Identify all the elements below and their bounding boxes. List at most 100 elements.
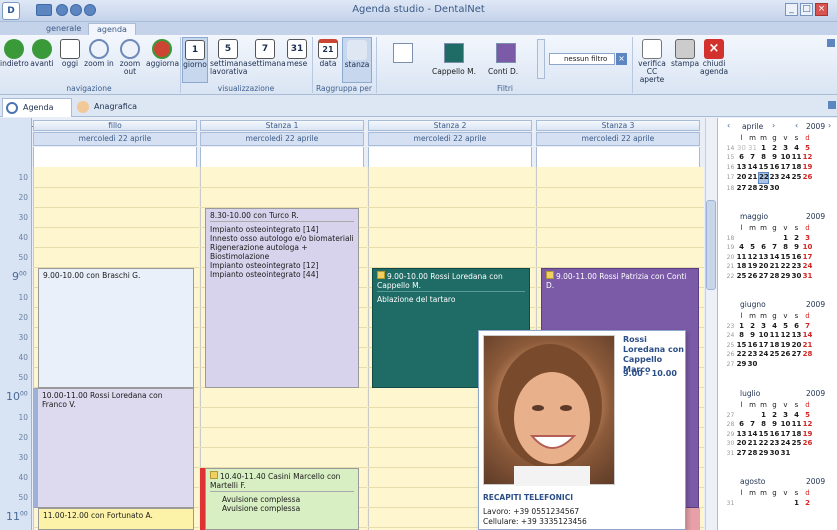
minical-day[interactable]: 7 bbox=[802, 322, 813, 332]
minical-day[interactable]: 4 bbox=[769, 322, 780, 332]
filter-scroll[interactable] bbox=[537, 39, 545, 79]
doc-tab-anagrafica[interactable]: Anagrafica personale bbox=[74, 98, 166, 128]
minical-day[interactable]: 9 bbox=[791, 243, 802, 253]
minical-day[interactable]: 22 bbox=[758, 439, 769, 449]
minical-day[interactable]: 22 bbox=[736, 350, 747, 360]
minical-day[interactable]: 12 bbox=[802, 153, 813, 163]
maximize-icon[interactable]: □ bbox=[800, 3, 813, 16]
minical-day[interactable]: 16 bbox=[747, 341, 758, 351]
minical-day[interactable]: 26 bbox=[747, 272, 758, 282]
minical-day[interactable]: 22 bbox=[780, 262, 791, 272]
minical-day[interactable]: 6 bbox=[758, 243, 769, 253]
minical-day[interactable]: 16 bbox=[769, 163, 780, 173]
minical-day[interactable]: 3 bbox=[780, 144, 791, 154]
minical-day[interactable]: 27 bbox=[736, 449, 747, 459]
minical-day[interactable]: 11 bbox=[769, 331, 780, 341]
minical-day[interactable]: 31 bbox=[780, 449, 791, 459]
minical-day[interactable]: 13 bbox=[736, 163, 747, 173]
group-by-room-button[interactable]: stanza bbox=[342, 37, 372, 83]
minical-day[interactable]: 8 bbox=[780, 243, 791, 253]
appointment-rossi-franco[interactable]: 10.00-11.00 Rossi Loredana con Franco V. bbox=[33, 388, 194, 508]
minical-day[interactable]: 16 bbox=[769, 430, 780, 440]
minical-day[interactable]: 3 bbox=[780, 411, 791, 421]
minical-day[interactable]: 14 bbox=[802, 331, 813, 341]
minical-day[interactable]: 4 bbox=[791, 144, 802, 154]
minical-day[interactable]: 2 bbox=[747, 322, 758, 332]
minical-day[interactable]: 13 bbox=[791, 331, 802, 341]
minical-day[interactable]: 4 bbox=[791, 411, 802, 421]
minical-day[interactable]: 8 bbox=[758, 153, 769, 163]
minical-day[interactable]: 6 bbox=[736, 153, 747, 163]
scrollbar-thumb[interactable] bbox=[706, 200, 716, 290]
minical-grid-june[interactable]: l m m g v s d 23 1 2 3 4 5 6 7 24 8 9 1011121314 25 15161718… bbox=[725, 312, 813, 369]
doc-tab-agenda-studio[interactable]: Agenda studio bbox=[2, 98, 72, 129]
date-header[interactable]: mercoledì 22 aprile bbox=[200, 132, 364, 146]
minical-day[interactable]: 28 bbox=[747, 449, 758, 459]
appointment-fortunato[interactable]: 11.00-12.00 con Fortunato A. bbox=[38, 508, 194, 530]
minical-day[interactable]: 23 bbox=[747, 350, 758, 360]
minical-day[interactable]: 1 bbox=[736, 322, 747, 332]
filter-color-cappello[interactable] bbox=[444, 43, 464, 63]
zoom-in-button[interactable]: zoom in bbox=[84, 39, 114, 68]
column-header-stanza-1[interactable]: Stanza 1 bbox=[200, 120, 364, 131]
all-day-area[interactable] bbox=[200, 147, 364, 167]
minical-day[interactable]: 24 bbox=[780, 439, 791, 449]
minical-day[interactable]: 5 bbox=[802, 411, 813, 421]
minical-month-august[interactable]: agosto bbox=[740, 477, 765, 486]
minical-grid-may[interactable]: l m m g v s d 18 1 2 3 19 4 5 6 7 8 9 10 20 11121314151617 21… bbox=[725, 224, 813, 281]
minical-day[interactable]: 18 bbox=[736, 262, 747, 272]
minical-day[interactable]: 26 bbox=[780, 350, 791, 360]
minical-day[interactable]: 18 bbox=[791, 430, 802, 440]
minical-day[interactable]: 12 bbox=[802, 420, 813, 430]
appointment-turco[interactable]: 8.30-10.00 con Turco R. Impianto osteoin… bbox=[205, 208, 359, 388]
date-header[interactable]: mercoledì 22 aprile bbox=[368, 132, 532, 146]
minical-day[interactable]: 24 bbox=[780, 173, 791, 183]
ribbon-expand-icon[interactable] bbox=[827, 39, 835, 47]
minical-day[interactable]: 1 bbox=[758, 411, 769, 421]
minical-day[interactable]: 2 bbox=[791, 234, 802, 244]
minical-day[interactable]: 23 bbox=[769, 173, 780, 183]
minical-day[interactable]: 19 bbox=[747, 262, 758, 272]
minical-month-july[interactable]: luglio bbox=[740, 389, 760, 398]
minical-next-year-icon[interactable]: › bbox=[828, 121, 831, 130]
minical-grid-april[interactable]: l m m g v s d 14 30 31 1 2 3 4 5 15 6 7 8 9 101112 16 13141516… bbox=[725, 134, 813, 193]
appointment-stub[interactable] bbox=[686, 508, 700, 530]
minical-day[interactable]: 20 bbox=[736, 439, 747, 449]
minical-day[interactable]: 21 bbox=[769, 262, 780, 272]
minical-day[interactable]: 9 bbox=[769, 153, 780, 163]
minical-prev-icon[interactable]: ‹ bbox=[727, 121, 730, 130]
zoom-out-button[interactable]: zoom out bbox=[114, 39, 146, 76]
minical-day[interactable]: 2 bbox=[769, 144, 780, 154]
minical-day[interactable]: 19 bbox=[780, 341, 791, 351]
doc-tabs-menu-icon[interactable] bbox=[828, 101, 836, 109]
minical-prev-year-icon[interactable]: ‹ bbox=[795, 121, 798, 130]
minical-next-month-icon[interactable]: › bbox=[772, 121, 775, 130]
minical-day[interactable]: 30 bbox=[769, 449, 780, 459]
minical-day[interactable]: 11 bbox=[791, 153, 802, 163]
minical-day[interactable]: 1 bbox=[780, 234, 791, 244]
minical-day[interactable]: 28 bbox=[769, 272, 780, 282]
minical-day[interactable]: 21 bbox=[747, 173, 758, 183]
minical-day[interactable]: 5 bbox=[780, 322, 791, 332]
minical-day[interactable]: 9 bbox=[747, 331, 758, 341]
minical-day[interactable]: 11 bbox=[736, 253, 747, 263]
minical-day[interactable]: 28 bbox=[747, 184, 758, 194]
minical-day[interactable]: 20 bbox=[736, 173, 747, 183]
minical-day[interactable]: 18 bbox=[769, 341, 780, 351]
minical-day[interactable]: 3 bbox=[758, 322, 769, 332]
minical-day[interactable]: 31 bbox=[802, 272, 813, 282]
column-header-stanza-2[interactable]: Stanza 2 bbox=[368, 120, 532, 131]
minical-day[interactable]: 2 bbox=[769, 411, 780, 421]
minical-day[interactable]: 23 bbox=[769, 439, 780, 449]
minical-day[interactable]: 21 bbox=[747, 439, 758, 449]
minical-day[interactable]: 10 bbox=[802, 243, 813, 253]
minical-day[interactable]: 19 bbox=[802, 430, 813, 440]
minimize-icon[interactable]: _ bbox=[785, 3, 798, 16]
minical-day[interactable]: 21 bbox=[802, 341, 813, 351]
filter-color-conti[interactable] bbox=[496, 43, 516, 63]
minical-day[interactable]: 10 bbox=[780, 420, 791, 430]
minical-day[interactable]: 7 bbox=[747, 153, 758, 163]
date-header[interactable]: mercoledì 22 aprile bbox=[33, 132, 197, 146]
back-button[interactable]: indietro bbox=[0, 39, 29, 68]
appointment-casini[interactable]: 10.40-11.40 Casini Marcello con Martelli… bbox=[205, 468, 359, 530]
